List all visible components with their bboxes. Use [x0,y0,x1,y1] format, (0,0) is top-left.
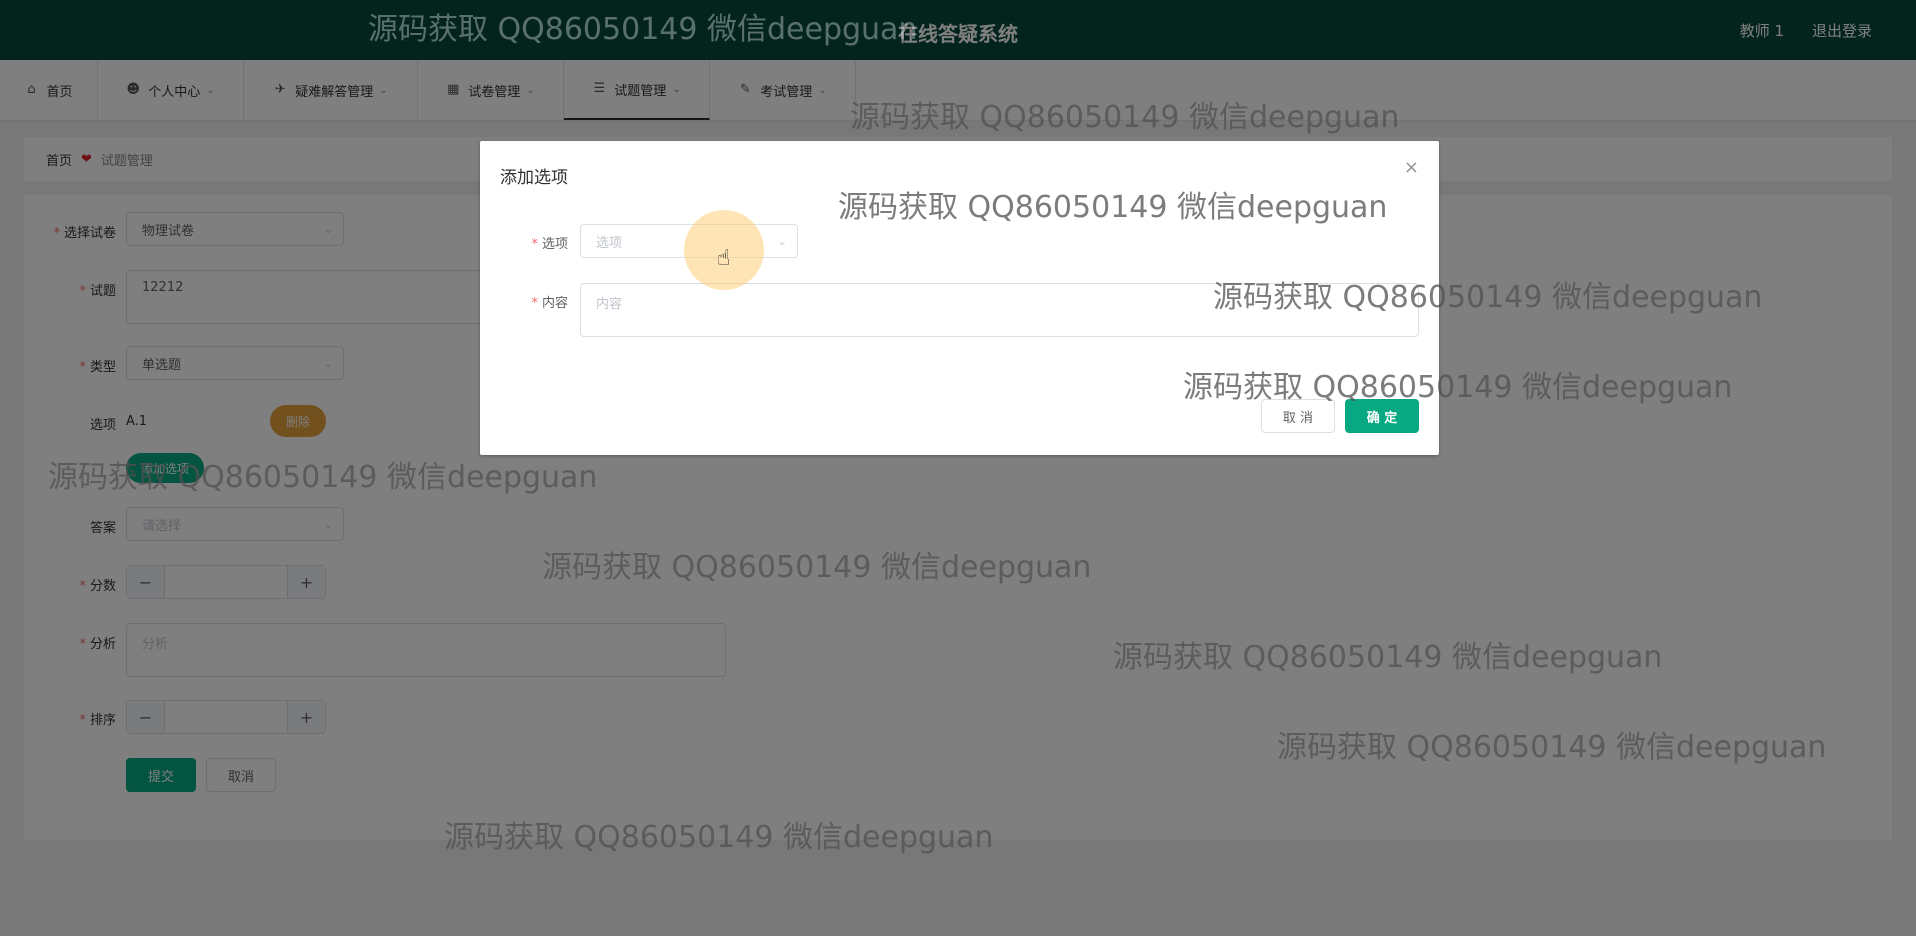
watermark: 源码获取 QQ86050149 微信deepguan [48,460,598,495]
watermark: 源码获取 QQ86050149 微信deepguan [1213,280,1763,315]
watermark: 源码获取 QQ86050149 微信deepguan [444,820,994,855]
watermark: 源码获取 QQ86050149 微信deepguan [1277,730,1827,765]
hand-cursor-icon: ☝ [717,246,731,271]
dialog-option-label: * 选项 [531,237,568,252]
watermark: 源码获取 QQ86050149 微信deepguan [542,550,1092,585]
watermark: 源码获取 QQ86050149 微信deepguan [850,100,1400,135]
watermark: 源码获取 QQ86050149 微信deepguan [838,190,1388,225]
close-icon[interactable]: × [1404,157,1419,178]
watermark: 源码获取 QQ86050149 微信deepguan [1183,370,1733,405]
watermark: 源码获取 QQ86050149 微信deepguan [1113,640,1663,675]
watermark: 源码获取 QQ86050149 微信deepguan [368,12,918,47]
dialog-title: 添加选项 [500,168,568,188]
chevron-down-icon: ⌄ [777,234,787,248]
dialog-content-label: * 内容 [531,296,568,311]
